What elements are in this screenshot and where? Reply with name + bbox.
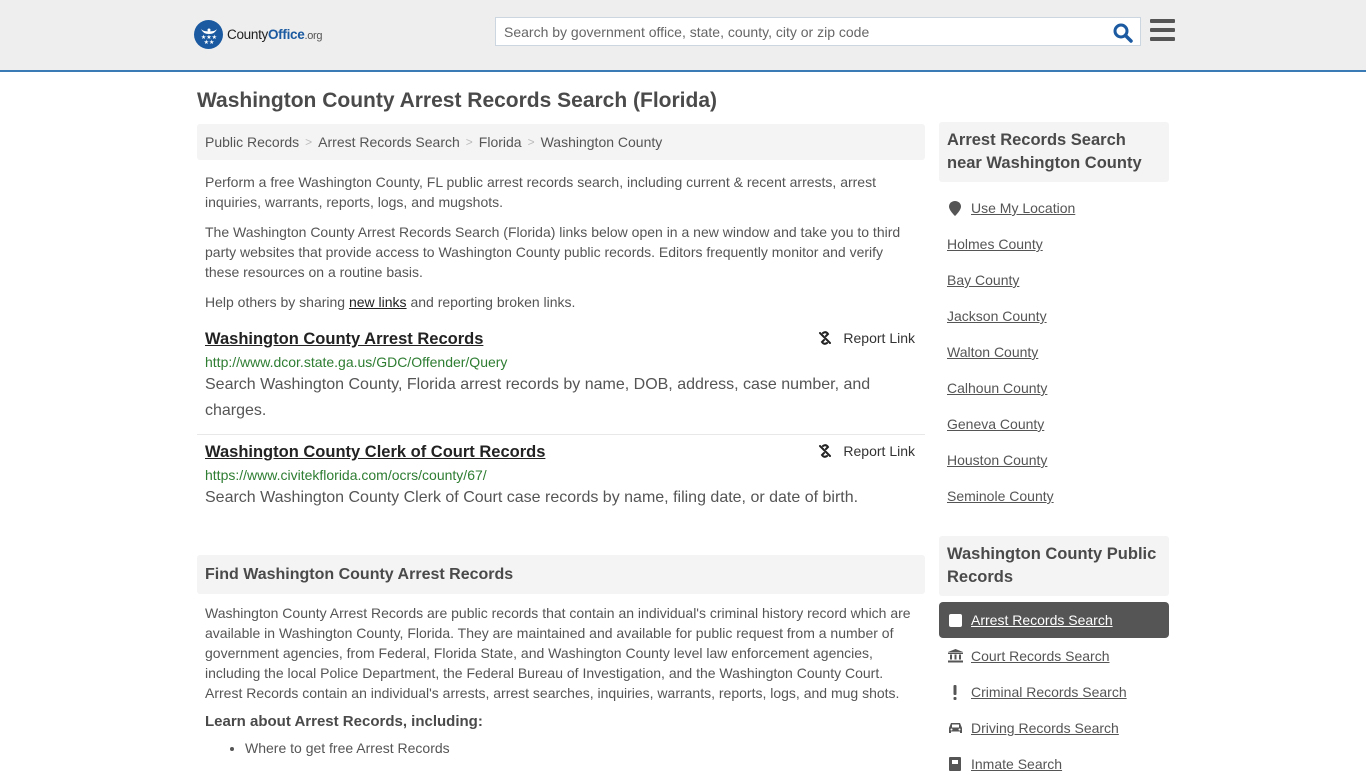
use-my-location-link[interactable]: Use My Location [971,200,1075,216]
courthouse-icon [947,649,963,663]
record-item: Washington County Clerk of Court Records… [197,435,925,521]
public-records-sidebar: Washington County Public Records Arrest … [939,536,1169,782]
nearby-heading: Arrest Records Search near Washington Co… [939,122,1169,182]
broken-link-icon [819,331,832,345]
nearby-county-item: Walton County [939,334,1169,370]
sidebar-item-arrest-records[interactable]: Arrest Records Search [939,602,1169,638]
sidebar-item-court-records[interactable]: Court Records Search [939,638,1169,674]
nearby-county-item: Calhoun County [939,370,1169,406]
public-records-heading: Washington County Public Records [939,536,1169,596]
inmate-icon [947,757,963,771]
nearby-county-item: Holmes County [939,226,1169,262]
nearby-county-list: Use My Location Holmes County Bay County… [939,190,1169,514]
learn-list: Where to get free Arrest Records [197,740,925,756]
nearby-county-item: Geneva County [939,406,1169,442]
nearby-county-item: Houston County [939,442,1169,478]
main-content: Public Records > Arrest Records Search >… [197,124,925,756]
search-input[interactable] [496,18,1140,45]
map-marker-icon [947,200,963,216]
hamburger-menu-icon[interactable] [1150,19,1175,41]
breadcrumb-separator-icon: > [465,135,473,149]
breadcrumb-public-records[interactable]: Public Records [205,134,299,150]
nearby-county-item: Seminole County [939,478,1169,514]
breadcrumb-separator-icon: > [305,135,313,149]
nearby-sidebar: Arrest Records Search near Washington Co… [939,122,1169,514]
eagle-stars-logo-icon: ★★★ ★★ [194,20,223,49]
county-link-walton[interactable]: Walton County [947,344,1038,360]
breadcrumb-florida[interactable]: Florida [479,134,522,150]
find-records-heading: Find Washington County Arrest Records [197,555,925,594]
svg-text:★★: ★★ [203,39,214,46]
record-url[interactable]: https://www.civitekflorida.com/ocrs/coun… [205,467,917,483]
broken-link-icon [819,444,832,458]
learn-heading: Learn about Arrest Records, including: [205,713,483,730]
record-title-link[interactable]: Washington County Arrest Records [205,330,483,349]
record-description: Search Washington County, Florida arrest… [205,376,871,419]
nearby-county-item: Jackson County [939,298,1169,334]
breadcrumb-washington-county[interactable]: Washington County [541,134,663,150]
page-title: Washington County Arrest Records Search … [197,89,718,112]
logo-text: CountyOffice.org [227,27,323,42]
public-records-list: Arrest Records Search Court Records Sear… [939,602,1169,782]
breadcrumb-separator-icon: > [527,135,535,149]
report-link-button[interactable]: Report Link [817,443,915,459]
search-box [495,17,1141,46]
record-item: Washington County Arrest Records Report … [197,322,925,435]
county-link-holmes[interactable]: Holmes County [947,236,1043,252]
find-records-body: Washington County Arrest Records are pub… [205,605,911,701]
sidebar-item-driving-records[interactable]: Driving Records Search [939,710,1169,746]
county-link-houston[interactable]: Houston County [947,452,1047,468]
report-link-button[interactable]: Report Link [817,330,915,346]
county-link-bay[interactable]: Bay County [947,272,1019,288]
intro-section: Perform a free Washington County, FL pub… [197,172,925,312]
sidebar-link-inmate-search[interactable]: Inmate Search [971,756,1062,772]
county-link-geneva[interactable]: Geneva County [947,416,1044,432]
sidebar-item-inmate-search[interactable]: Inmate Search [939,746,1169,782]
car-icon [947,722,963,734]
sidebar-item-criminal-records[interactable]: Criminal Records Search [939,674,1169,710]
nearby-county-item: Bay County [939,262,1169,298]
new-links-link[interactable]: new links [349,294,407,310]
breadcrumb-arrest-records-search[interactable]: Arrest Records Search [318,134,460,150]
sidebar-link-court-records[interactable]: Court Records Search [971,648,1110,664]
use-my-location-item: Use My Location [939,190,1169,226]
sidebar-link-criminal-records[interactable]: Criminal Records Search [971,684,1127,700]
exclamation-icon [947,684,963,700]
site-logo[interactable]: ★★★ ★★ CountyOffice.org [194,20,323,49]
county-link-seminole[interactable]: Seminole County [947,488,1054,504]
record-title-link[interactable]: Washington County Clerk of Court Records [205,443,545,462]
sidebar-link-driving-records[interactable]: Driving Records Search [971,720,1119,736]
learn-list-item: Where to get free Arrest Records [245,740,917,756]
record-description: Search Washington County Clerk of Court … [205,489,859,506]
intro-paragraph: Perform a free Washington County, FL pub… [205,174,876,210]
intro-paragraph: The Washington County Arrest Records Sea… [205,224,901,280]
top-header: ★★★ ★★ CountyOffice.org [0,0,1366,72]
county-link-calhoun[interactable]: Calhoun County [947,380,1047,396]
share-links-paragraph: Help others by sharing new links and rep… [205,294,576,310]
breadcrumb: Public Records > Arrest Records Search >… [197,124,925,160]
county-link-jackson[interactable]: Jackson County [947,308,1047,324]
square-icon [947,613,963,627]
record-url[interactable]: http://www.dcor.state.ga.us/GDC/Offender… [205,354,917,370]
search-icon[interactable] [1112,22,1134,44]
sidebar-link-arrest-records[interactable]: Arrest Records Search [971,612,1113,628]
